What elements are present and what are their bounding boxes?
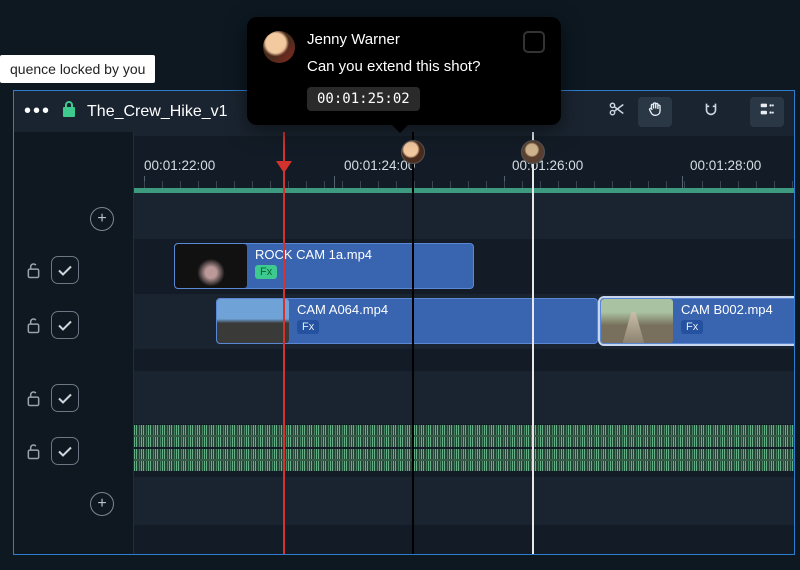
comment-author: Jenny Warner (307, 31, 511, 48)
audio-clip[interactable] (134, 425, 794, 447)
comment-text: Can you extend this shot? (307, 58, 511, 75)
clip-thumbnail (175, 244, 247, 288)
sequence-menu-button[interactable]: ••• (24, 100, 51, 123)
comment-marker-avatar[interactable] (521, 140, 545, 164)
track-view-button[interactable] (750, 97, 784, 127)
track-enable-toggle[interactable] (51, 384, 79, 412)
video-clip[interactable]: CAM B002.mp4 Fx (600, 298, 795, 344)
cut-tool-button[interactable] (600, 97, 634, 127)
ruler-tick: 00:01:22:00 (144, 158, 215, 173)
clip-name: ROCK CAM 1a.mp4 (255, 247, 372, 262)
track-enable-toggle[interactable] (51, 256, 79, 284)
avatar (263, 31, 295, 63)
clip-thumbnail (601, 299, 673, 343)
video-clip[interactable]: CAM A064.mp4 Fx (216, 298, 598, 344)
fx-badge[interactable]: Fx (255, 265, 277, 279)
ruler-tick: 00:01:26:00 (512, 158, 583, 173)
comment-timecode[interactable]: 00:01:25:02 (307, 87, 420, 111)
playhead[interactable] (283, 132, 285, 554)
clip-name: CAM B002.mp4 (681, 302, 773, 317)
audio-clip[interactable] (134, 449, 794, 471)
track-lock-toggle[interactable] (26, 390, 41, 407)
timeline-ruler[interactable]: 00:01:22:00 00:01:24:00 00:01:26:00 00:0… (134, 132, 794, 190)
tracks-area[interactable]: ROCK CAM 1a.mp4 Fx CAM A064.mp4 Fx CAM B… (134, 193, 794, 554)
comment-marker-avatar[interactable] (401, 140, 425, 164)
resolve-checkbox[interactable] (523, 31, 545, 53)
add-audio-track-button[interactable]: + (90, 492, 114, 516)
track-lock-toggle[interactable] (26, 443, 41, 460)
track-lock-toggle[interactable] (26, 262, 41, 279)
magnet-icon (702, 100, 720, 123)
track-lock-toggle[interactable] (26, 317, 41, 334)
track-enable-toggle[interactable] (51, 311, 79, 339)
timeline-panel: 00:01:22:00 00:01:24:00 00:01:26:00 00:0… (13, 132, 795, 555)
lock-icon[interactable] (61, 100, 77, 123)
marker-line (532, 132, 534, 554)
comment-marker-line (412, 132, 414, 554)
hand-icon (646, 100, 664, 123)
snap-toggle-button[interactable] (694, 97, 728, 127)
clip-name: CAM A064.mp4 (297, 302, 388, 317)
ruler-tick: 00:01:28:00 (690, 158, 761, 173)
fx-badge[interactable]: Fx (297, 320, 319, 334)
tooltip-text: quence locked by you (10, 61, 145, 77)
video-clip[interactable]: ROCK CAM 1a.mp4 Fx (174, 243, 474, 289)
add-video-track-button[interactable]: + (90, 207, 114, 231)
fx-badge[interactable]: Fx (681, 320, 703, 334)
tooltip-sequence-locked: quence locked by you (0, 55, 155, 83)
track-enable-toggle[interactable] (51, 437, 79, 465)
track-headers: + + (14, 132, 134, 554)
hand-tool-button[interactable] (638, 97, 672, 127)
comment-popover: Jenny Warner Can you extend this shot? 0… (247, 17, 561, 125)
sequence-title: The_Crew_Hike_v1 (87, 103, 228, 121)
scissors-icon (608, 100, 626, 123)
clip-thumbnail (217, 299, 289, 343)
tracks-view-icon (758, 100, 776, 123)
